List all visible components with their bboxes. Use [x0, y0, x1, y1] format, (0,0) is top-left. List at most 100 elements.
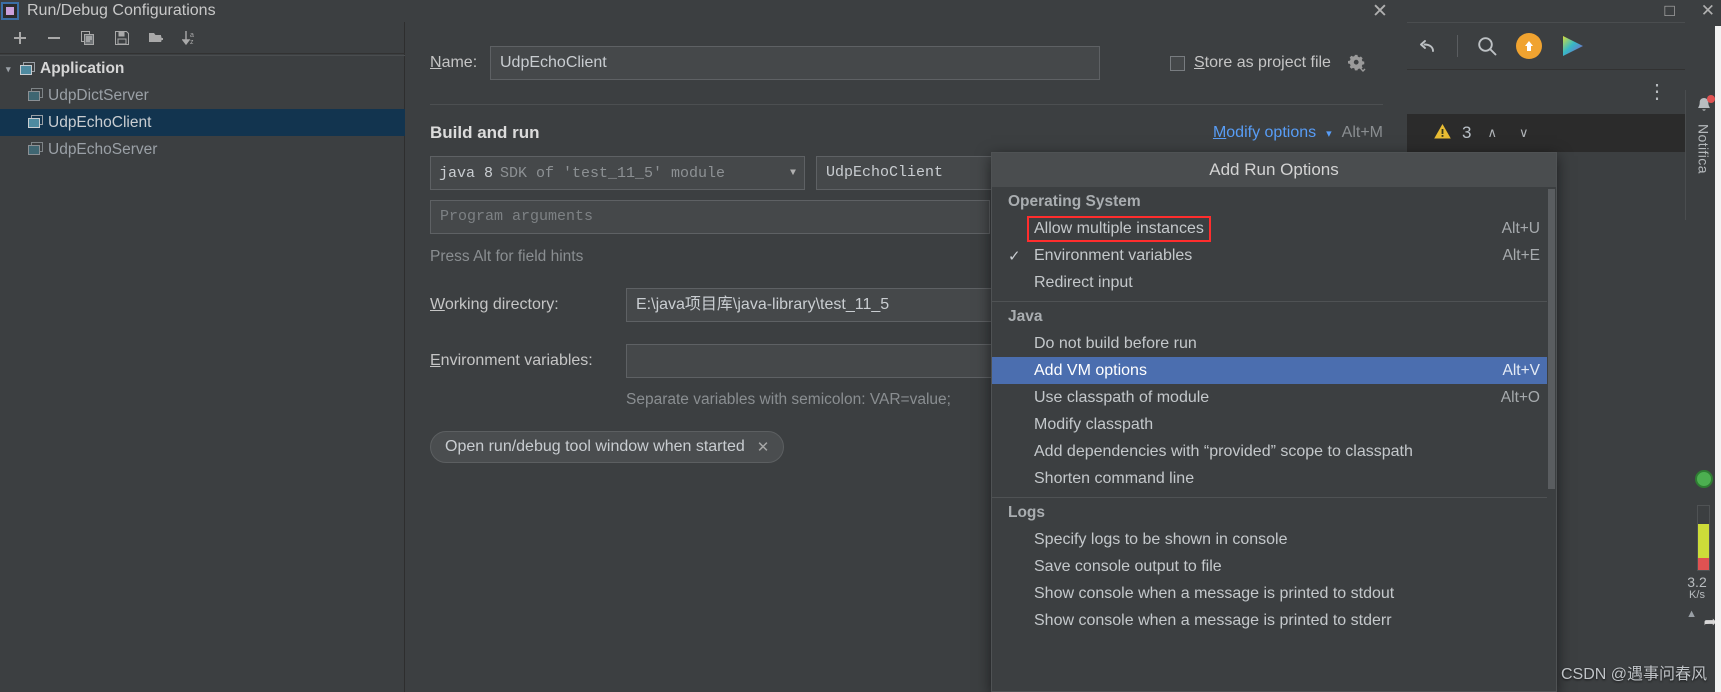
- toolbar-divider: [1457, 35, 1458, 57]
- dialog-titlebar: Run/Debug Configurations ✕: [0, 0, 1407, 22]
- save-icon[interactable]: [112, 28, 132, 48]
- chevron-down-icon[interactable]: ▾: [6, 64, 20, 75]
- chevron-up-icon[interactable]: ▲: [1686, 608, 1697, 620]
- search-icon[interactable]: [1476, 35, 1498, 57]
- section-title: Build and run: [430, 123, 540, 142]
- check-icon: ✓: [1008, 247, 1021, 265]
- chevron-down-icon[interactable]: ▾: [1326, 127, 1332, 140]
- jre-version: java 8: [439, 164, 494, 182]
- menu-item-allow-multiple-instances[interactable]: Allow multiple instances Alt+U: [992, 215, 1556, 242]
- popup-section-title: Operating System: [1008, 193, 1141, 210]
- menu-item-modify-classpath[interactable]: Modify classpath: [992, 411, 1556, 438]
- menu-item-label: Do not build before run: [1034, 334, 1197, 352]
- configurations-tree: ▾ Application UdpDictServer UdpEchoClien…: [0, 55, 405, 692]
- store-as-project-file-label[interactable]: Store as project file: [1194, 54, 1331, 72]
- build-and-run-header: Build and run Modify options ▾ Alt+M: [430, 123, 1383, 143]
- undo-icon[interactable]: [1417, 36, 1439, 56]
- menu-item-add-provided-dependencies[interactable]: Add dependencies with “provided” scope t…: [992, 438, 1556, 465]
- modify-options-group: Modify options ▾ Alt+M: [1213, 124, 1383, 142]
- copy-icon[interactable]: [78, 28, 98, 48]
- previous-problem-button[interactable]: ∧: [1481, 125, 1503, 141]
- sort-az-icon[interactable]: a z: [180, 28, 200, 48]
- name-input[interactable]: UdpEchoClient: [490, 46, 1100, 80]
- warning-triangle-icon: [1433, 123, 1452, 144]
- menu-item-label: Modify classpath: [1034, 415, 1154, 433]
- menu-item-label: Show console when a message is printed t…: [1034, 584, 1395, 602]
- memory-bar-peak: [1698, 558, 1709, 570]
- menu-item-shortcut: Alt+O: [1500, 388, 1540, 406]
- close-icon[interactable]: ✕: [1363, 0, 1397, 22]
- menu-item-do-not-build-before-run[interactable]: Do not build before run: [992, 330, 1556, 357]
- open-tool-window-chip[interactable]: Open run/debug tool window when started …: [430, 431, 785, 463]
- editor-right-edge: [1715, 26, 1721, 692]
- more-actions-strip: ⋮: [1407, 70, 1685, 114]
- jre-select[interactable]: java 8 SDK of 'test_11_5' module ▼: [430, 156, 805, 190]
- next-problem-button[interactable]: ∨: [1513, 125, 1535, 141]
- menu-item-label: Show console when a message is printed t…: [1034, 611, 1392, 629]
- divider: [430, 104, 1383, 105]
- add-run-options-popup: Add Run Options Operating System Allow m…: [991, 152, 1557, 692]
- minus-icon[interactable]: [44, 28, 64, 48]
- environment-variables-label: Environment variables:: [430, 352, 593, 369]
- close-icon[interactable]: ✕: [757, 438, 770, 456]
- list-item-label: UdpEchoServer: [48, 140, 158, 158]
- menu-item-specify-logs[interactable]: Specify logs to be shown in console: [992, 526, 1556, 553]
- chevron-down-icon[interactable]: ▼: [790, 168, 796, 179]
- inspection-warning-strip: 3 ∧ ∨: [1407, 114, 1685, 152]
- tree-group-label: Application: [40, 60, 125, 77]
- maximize-window-button[interactable]: □: [1664, 1, 1674, 21]
- list-item[interactable]: UdpDictServer: [0, 82, 405, 109]
- close-window-button[interactable]: ✕: [1701, 1, 1715, 21]
- program-arguments-input[interactable]: Program arguments: [430, 200, 990, 234]
- plus-icon[interactable]: [10, 28, 30, 48]
- application-icon: [20, 61, 40, 77]
- network-rate-unit: K/s: [1689, 588, 1705, 601]
- bell-icon[interactable]: [1694, 95, 1715, 120]
- modify-options-link[interactable]: Modify options: [1213, 124, 1316, 142]
- list-item[interactable]: UdpEchoServer: [0, 136, 405, 163]
- kebab-menu-icon[interactable]: ⋮: [1647, 82, 1667, 102]
- memory-bar-fill: [1698, 524, 1709, 558]
- menu-item-shorten-command-line[interactable]: Shorten command line: [992, 465, 1556, 492]
- menu-item-environment-variables[interactable]: ✓ Environment variables Alt+E: [992, 242, 1556, 269]
- network-rate-indicator: 3.2 K/s: [1677, 575, 1717, 601]
- jre-description: SDK of 'test_11_5' module: [500, 164, 726, 182]
- menu-item-add-vm-options[interactable]: Add VM options Alt+V: [992, 357, 1556, 384]
- working-directory-label: Working directory:: [430, 296, 559, 313]
- open-tool-window-chip-label: Open run/debug tool window when started: [445, 438, 745, 455]
- popup-scrollbar-thumb[interactable]: [1548, 189, 1555, 489]
- popup-title: Add Run Options: [992, 153, 1556, 187]
- gear-icon[interactable]: [1347, 54, 1367, 73]
- menu-item-label: Add VM options: [1034, 361, 1147, 379]
- menu-item-save-console-output[interactable]: Save console output to file: [992, 553, 1556, 580]
- menu-item-shortcut: Alt+E: [1502, 246, 1540, 264]
- menu-item-shortcut: Alt+U: [1501, 219, 1540, 237]
- list-item[interactable]: UdpEchoClient: [0, 109, 405, 136]
- store-as-project-file-row: Store as project file: [1170, 54, 1367, 73]
- menu-item-label: Redirect input: [1034, 273, 1133, 291]
- tree-group-application[interactable]: ▾ Application: [0, 55, 405, 82]
- run-debug-configurations-dialog: Run/Debug Configurations ✕ a z ▾ Applica…: [0, 0, 1557, 692]
- status-badge[interactable]: [1695, 470, 1713, 488]
- menu-item-label: Environment variables: [1034, 246, 1193, 264]
- page-title: Run/Debug Configurations: [27, 2, 216, 19]
- ide-toolbar: [1407, 22, 1685, 70]
- memory-indicator[interactable]: [1697, 505, 1710, 571]
- store-as-project-file-checkbox[interactable]: [1170, 55, 1185, 71]
- svg-text:a: a: [190, 32, 194, 39]
- menu-item-show-console-stderr[interactable]: Show console when a message is printed t…: [992, 607, 1556, 634]
- play-triangle-icon[interactable]: [1560, 34, 1586, 58]
- arrow-up-circle-icon[interactable]: [1516, 33, 1542, 59]
- configuration-icon: [28, 142, 48, 157]
- popup-section-title: Logs: [1008, 504, 1046, 521]
- list-item-label: UdpEchoClient: [48, 113, 152, 131]
- menu-item-redirect-input[interactable]: Redirect input: [992, 269, 1556, 296]
- menu-item-use-classpath-of-module[interactable]: Use classpath of module Alt+O: [992, 384, 1556, 411]
- network-rate-value: 3.2: [1687, 574, 1707, 590]
- menu-item-show-console-stdout[interactable]: Show console when a message is printed t…: [992, 580, 1556, 607]
- name-row: Name: UdpEchoClient Store as project fil…: [430, 46, 1383, 80]
- window-controls: □ ✕: [1664, 0, 1715, 22]
- configuration-icon: [28, 88, 48, 103]
- notification-badge: [1706, 95, 1715, 103]
- folder-add-icon[interactable]: [146, 28, 166, 48]
